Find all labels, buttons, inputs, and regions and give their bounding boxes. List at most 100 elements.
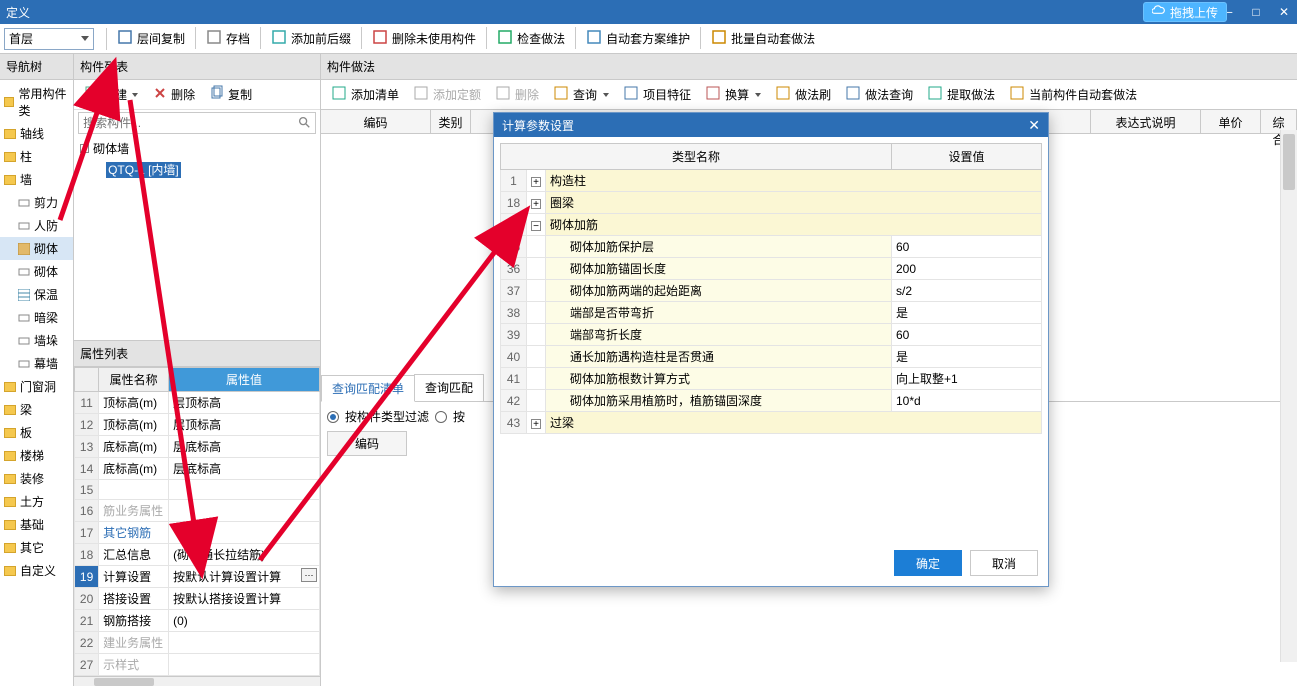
param-row[interactable]: 18+圈梁 [501,192,1042,214]
param-row[interactable]: 35砌体加筋保护层60 [501,236,1042,258]
param-row[interactable]: 36砌体加筋锚固长度200 [501,258,1042,280]
tab-match[interactable]: 查询匹配 [414,374,484,401]
calc-param-dialog: 计算参数设置 ✕ 类型名称 设置值 1+构造柱18+圈梁34−砌体加筋35砌体加… [493,112,1049,587]
scrollbar[interactable] [74,676,320,686]
folder-icon [4,543,16,553]
param-row[interactable]: 1+构造柱 [501,170,1042,192]
close-icon[interactable]: ✕ [1028,117,1040,134]
prop-row[interactable]: 22建业务属性 [75,632,320,654]
folder-icon [4,566,16,576]
maximize-icon[interactable]: □ [1249,5,1263,19]
upload-badge[interactable]: 拖拽上传 [1143,2,1227,22]
item-icon [18,266,30,278]
tree-leaf[interactable]: QTQ-1 [内墙] [78,159,316,180]
param-table: 类型名称 设置值 1+构造柱18+圈梁34−砌体加筋35砌体加筋保护层6036砌… [500,143,1042,434]
rt-9[interactable]: 当前构件自动套做法 [1003,83,1143,107]
nav-item[interactable]: 常用构件类 [0,82,73,122]
delete-button[interactable]: 删除 [146,84,201,106]
prop-row[interactable]: 17其它钢筋 [75,522,320,544]
prop-row[interactable]: 20搭接设置按默认搭接设置计算 [75,588,320,610]
right-header: 构件做法 [321,54,1297,80]
rt-0[interactable]: 添加清单 [325,83,405,107]
tree-parent[interactable]: − 砌体墙 [78,138,316,159]
prop-row[interactable]: 12顶标高(m)层顶标高 [75,414,320,436]
nav-item[interactable]: 其它 [0,536,73,559]
prop-row[interactable]: 18汇总信息(砌体通长拉结筋) [75,544,320,566]
nav-item[interactable]: 柱 [0,145,73,168]
nav-item[interactable]: 人防 [0,214,73,237]
rt-5[interactable]: 换算 [699,83,767,107]
nav-item[interactable]: 墙垛 [0,329,73,352]
nav-item[interactable]: 剪力 [0,191,73,214]
search-input[interactable] [83,116,297,130]
nav-item[interactable]: 暗梁 [0,306,73,329]
param-row[interactable]: 40通长加筋遇构造柱是否贯通是 [501,346,1042,368]
right-toolbar: 添加清单添加定额删除查询项目特征换算做法刷做法查询提取做法当前构件自动套做法 [321,80,1297,110]
nav-item[interactable]: 装修 [0,467,73,490]
rt-1: 添加定额 [407,83,487,107]
param-row[interactable]: 41砌体加筋根数计算方式向上取整+1 [501,368,1042,390]
rt-8[interactable]: 提取做法 [921,83,1001,107]
nav-item[interactable]: 砌体 [0,260,73,283]
tool-0[interactable]: 层间复制 [111,27,191,51]
folder-icon [4,520,16,530]
tool-5[interactable]: 自动套方案维护 [580,27,696,51]
tool-icon [206,29,222,48]
prop-row[interactable]: 21钢筋搭接(0) [75,610,320,632]
nav-item[interactable]: 土方 [0,490,73,513]
grid-col: 编码 [321,110,431,133]
grid-col: 类别 [431,110,471,133]
folder-icon [4,497,16,507]
ok-button[interactable]: 确定 [894,550,962,576]
prop-row[interactable]: 27示样式 [75,654,320,676]
prop-row[interactable]: 15 [75,480,320,500]
rt-7[interactable]: 做法查询 [839,83,919,107]
nav-item[interactable]: 梁 [0,398,73,421]
tool-3[interactable]: 删除未使用构件 [366,27,482,51]
nav-item[interactable]: 幕墙 [0,352,73,375]
rt-3[interactable]: 查询 [547,83,615,107]
prop-row[interactable]: 13底标高(m)层底标高 [75,436,320,458]
window-title: 定义 [6,4,1221,21]
collapse-icon[interactable]: − [80,144,89,153]
tool-1[interactable]: 存档 [200,27,256,51]
radio-by-other[interactable] [435,411,447,423]
prop-row[interactable]: 14底标高(m)层底标高 [75,458,320,480]
copy-button[interactable]: 复制 [203,84,258,106]
radio-by-type[interactable] [327,411,339,423]
prop-row[interactable]: 11顶标高(m)层顶标高 [75,392,320,414]
rt-6[interactable]: 做法刷 [769,83,837,107]
tab-match-list[interactable]: 查询匹配清单 [321,375,415,402]
nav-item[interactable]: 板 [0,421,73,444]
dialog-title-bar[interactable]: 计算参数设置 ✕ [494,113,1048,137]
param-row[interactable]: 37砌体加筋两端的起始距离s/2 [501,280,1042,302]
floor-select[interactable]: 首层 [4,28,94,50]
close-icon[interactable]: ✕ [1277,5,1291,19]
main-toolbar: 首层 层间复制存档添加前后缀删除未使用构件检查做法自动套方案维护批量自动套做法 [0,24,1297,54]
toggle-icon: + [531,177,541,187]
nav-item[interactable]: 楼梯 [0,444,73,467]
param-row[interactable]: 42砌体加筋采用植筋时，植筋锚固深度10*d [501,390,1042,412]
nav-item[interactable]: 基础 [0,513,73,536]
tool-6[interactable]: 批量自动套做法 [705,27,821,51]
param-row[interactable]: 38端部是否带弯折是 [501,302,1042,324]
nav-item[interactable]: 轴线 [0,122,73,145]
cancel-button[interactable]: 取消 [970,550,1038,576]
search-icon[interactable] [297,115,311,132]
rt-4[interactable]: 项目特征 [617,83,697,107]
param-row[interactable]: 39端部弯折长度60 [501,324,1042,346]
tool-2[interactable]: 添加前后缀 [265,27,357,51]
prop-row[interactable]: 19计算设置按默认计算设置计算⋯ [75,566,320,588]
tool-4[interactable]: 检查做法 [491,27,571,51]
prop-row[interactable]: 16筋业务属性 [75,500,320,522]
param-row[interactable]: 34−砌体加筋 [501,214,1042,236]
new-button[interactable]: 新建 [78,84,144,106]
param-row[interactable]: 43+过梁 [501,412,1042,434]
nav-item[interactable]: 墙 [0,168,73,191]
nav-item[interactable]: 自定义 [0,559,73,582]
nav-item[interactable]: 保温 [0,283,73,306]
scrollbar[interactable] [1280,130,1297,662]
nav-item[interactable]: 砌体 [0,237,73,260]
more-icon[interactable]: ⋯ [301,568,317,582]
nav-item[interactable]: 门窗洞 [0,375,73,398]
